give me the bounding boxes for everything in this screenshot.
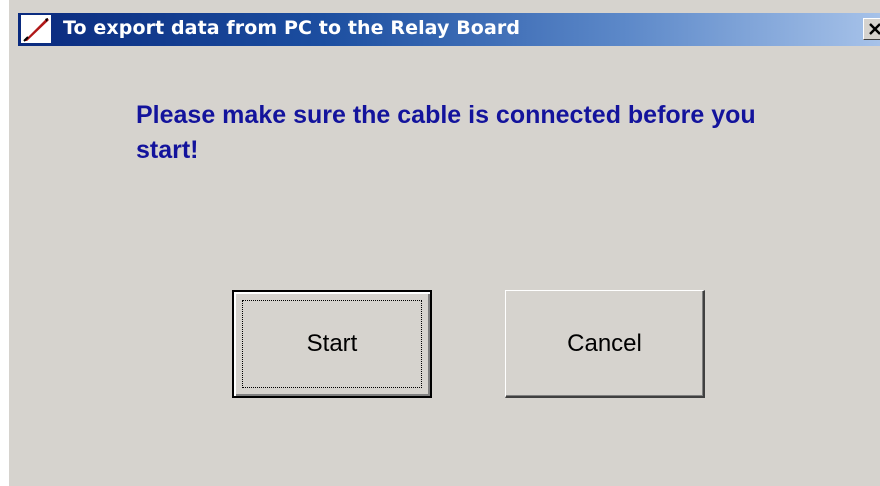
window-top-edge [18,0,880,13]
window-title: To export data from PC to the Relay Boar… [63,17,521,39]
dialog-window: To export data from PC to the Relay Boar… [0,0,880,486]
cancel-button[interactable]: Cancel [505,290,705,398]
feather-pen-icon [21,15,51,43]
close-icon [869,23,880,35]
title-bar[interactable]: To export data from PC to the Relay Boar… [18,13,880,46]
instruction-message: Please make sure the cable is connected … [136,101,756,164]
close-button[interactable] [863,18,880,40]
cancel-button-label: Cancel [567,329,642,357]
start-button[interactable]: Start [232,290,432,398]
focus-ring [242,300,422,388]
